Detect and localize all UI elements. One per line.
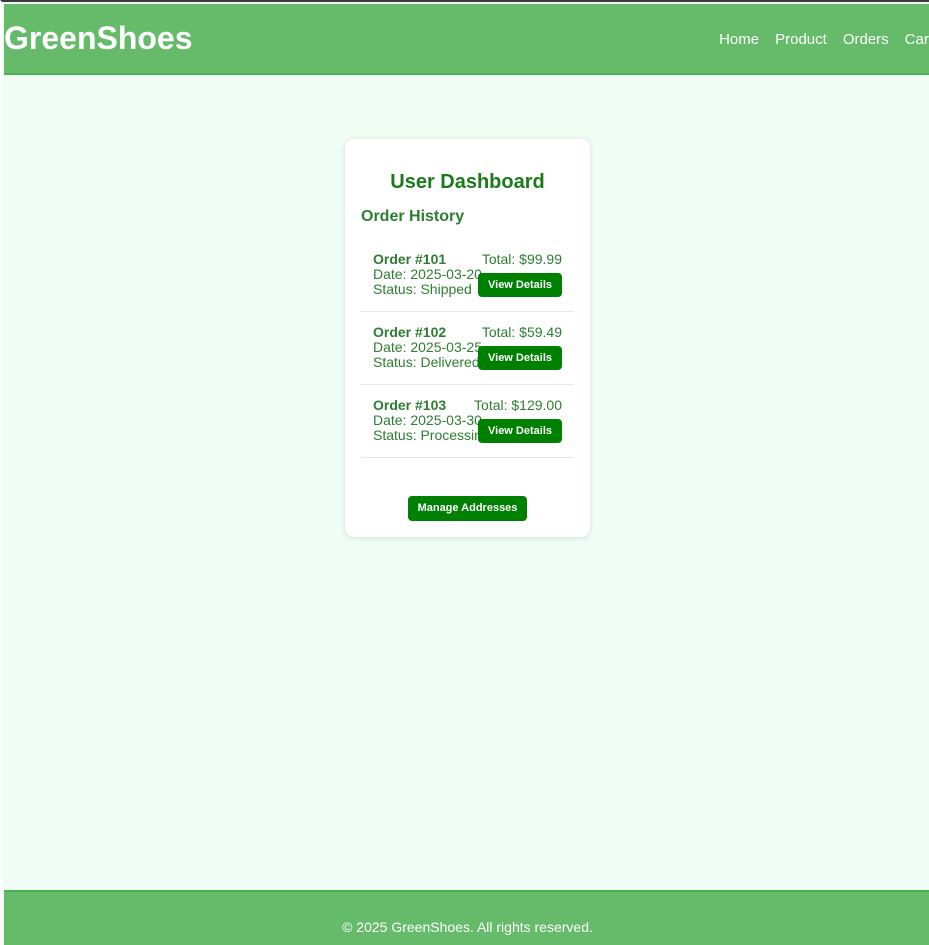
- order-id: Order #101: [373, 251, 447, 267]
- order-status: Status: Delivered: [373, 354, 480, 370]
- order-date: Date: 2025-03-20: [373, 266, 482, 282]
- nav-home-link[interactable]: Home: [719, 31, 759, 48]
- order-status: Status: Shipped: [373, 281, 472, 297]
- view-details-button[interactable]: View Details: [478, 346, 562, 370]
- order-row: Order #102 Date: 2025-03-25 Status: Deli…: [361, 312, 574, 385]
- order-status: Status: Processing: [373, 427, 490, 443]
- order-total: Total: $59.49: [481, 324, 562, 340]
- order-actions: Total: $129.00 View Details: [474, 398, 562, 443]
- site-footer: © 2025 GreenShoes. All rights reserved.: [4, 890, 929, 945]
- brand-logo[interactable]: GreenShoes: [4, 20, 193, 57]
- page-title: User Dashboard: [390, 171, 545, 193]
- order-total: Total: $99.99: [481, 251, 562, 267]
- copyright-text: © 2025 GreenShoes. All rights reserved.: [342, 919, 593, 935]
- order-info: Order #101 Date: 2025-03-20 Status: Ship…: [373, 252, 482, 297]
- nav-orders-link[interactable]: Orders: [843, 31, 889, 48]
- order-date: Date: 2025-03-25: [373, 339, 482, 355]
- nav-product-link[interactable]: Product: [775, 31, 827, 48]
- main-nav: Home Product Orders Cart: [719, 31, 929, 48]
- order-id: Order #103: [373, 397, 447, 413]
- view-details-button[interactable]: View Details: [478, 273, 562, 297]
- dashboard-card: User Dashboard Order History Order #101 …: [345, 139, 590, 537]
- view-details-button[interactable]: View Details: [478, 419, 562, 443]
- order-row: Order #103 Date: 2025-03-30 Status: Proc…: [361, 385, 574, 458]
- order-actions: Total: $59.49 View Details: [478, 325, 562, 370]
- site-header: GreenShoes Home Product Orders Cart: [4, 4, 929, 75]
- order-list: Order #101 Date: 2025-03-20 Status: Ship…: [361, 239, 574, 458]
- order-id: Order #102: [373, 324, 447, 340]
- order-info: Order #103 Date: 2025-03-30 Status: Proc…: [373, 398, 490, 443]
- order-date: Date: 2025-03-30: [373, 412, 482, 428]
- order-total: Total: $129.00: [474, 397, 562, 413]
- order-info: Order #102 Date: 2025-03-25 Status: Deli…: [373, 325, 482, 370]
- manage-addresses-container: Manage Addresses: [345, 496, 590, 521]
- manage-addresses-button[interactable]: Manage Addresses: [407, 496, 528, 521]
- order-row: Order #101 Date: 2025-03-20 Status: Ship…: [361, 239, 574, 312]
- order-actions: Total: $99.99 View Details: [478, 252, 562, 297]
- order-history-heading: Order History: [361, 208, 465, 225]
- nav-cart-link[interactable]: Cart: [905, 31, 929, 48]
- page: GreenShoes Home Product Orders Cart User…: [0, 0, 929, 945]
